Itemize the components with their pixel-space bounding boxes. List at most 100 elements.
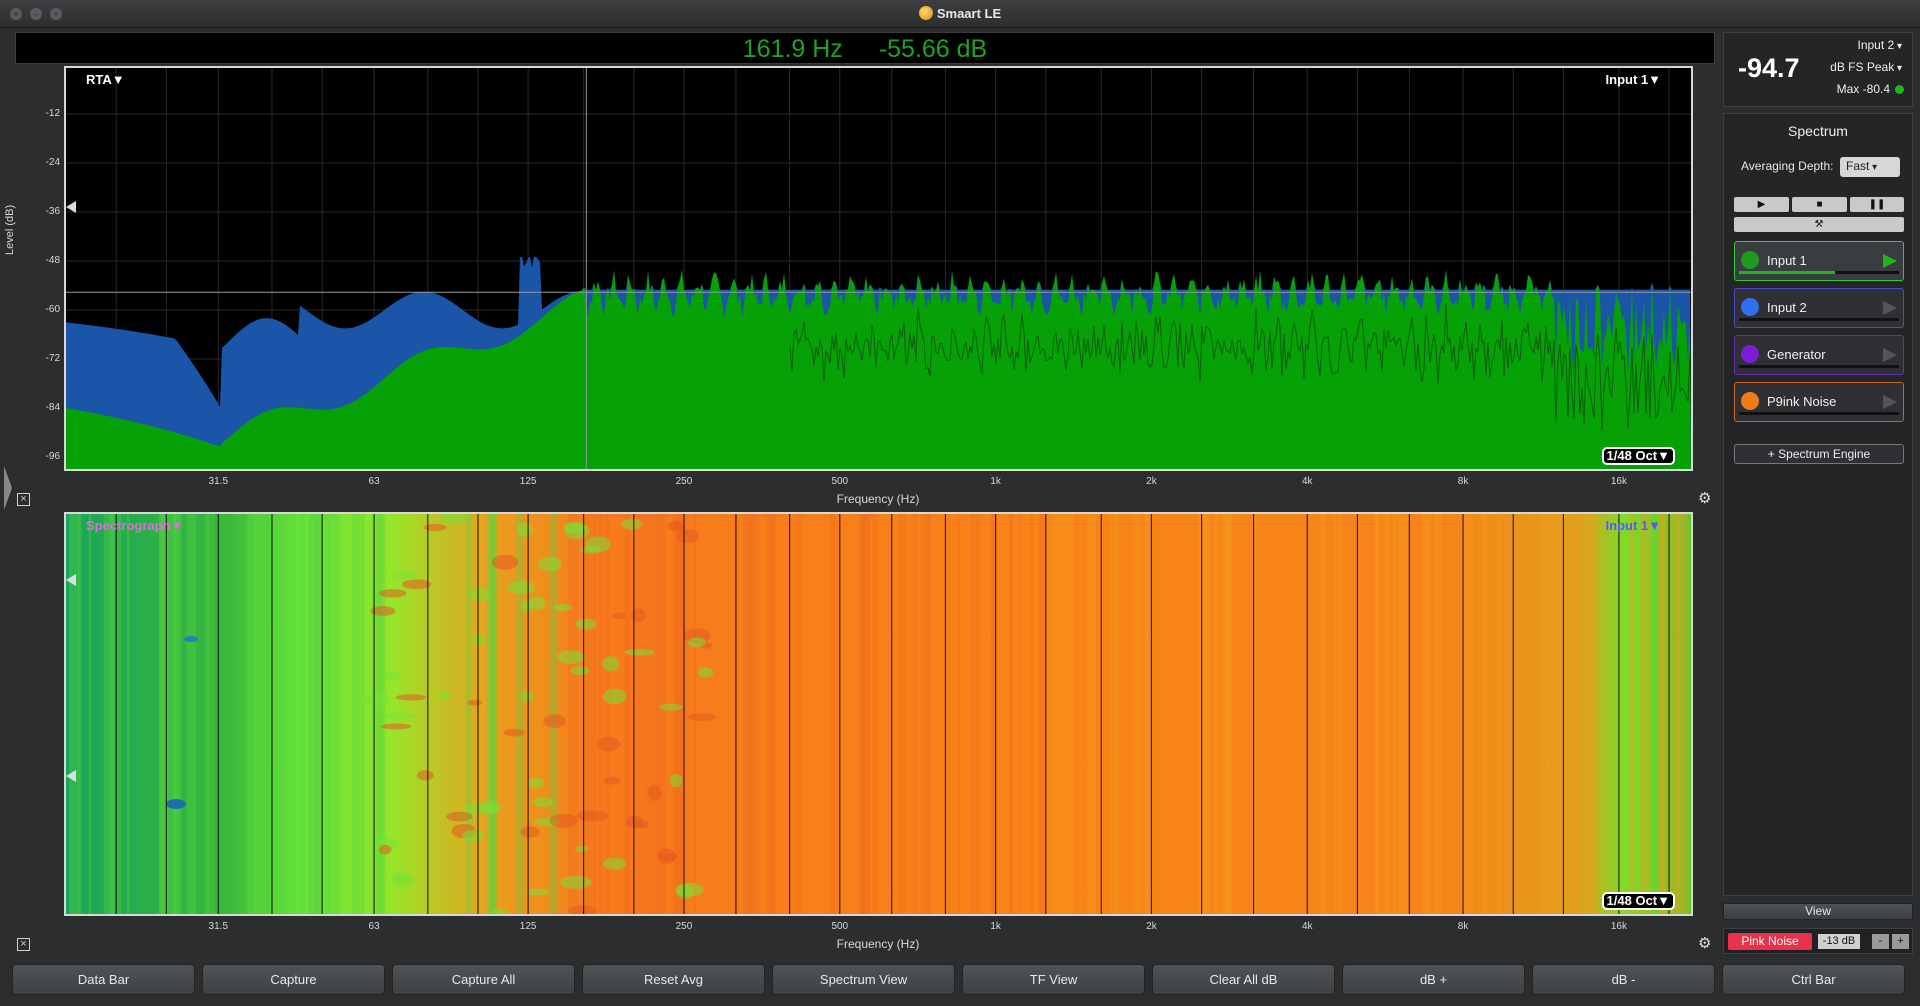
channel-p9ink-noise[interactable]: P9ink Noise <box>1734 382 1904 422</box>
spectrogram-streak <box>1069 514 1074 914</box>
spectrogram-blob <box>585 536 611 553</box>
spectrogram-blob <box>423 523 447 532</box>
generator-minus-button[interactable]: - <box>1872 934 1889 949</box>
tf-view-button[interactable]: TF View <box>962 964 1145 995</box>
db-button[interactable]: dB + <box>1342 964 1525 995</box>
spectrogram-streak <box>1657 514 1666 914</box>
generator-level[interactable]: -13 dB <box>1818 934 1860 949</box>
spectrograph-lower-handle[interactable] <box>66 770 76 782</box>
channel-input-2[interactable]: Input 2 <box>1734 288 1904 328</box>
spectrograph-mode-selector[interactable]: Spectrograph▼ <box>86 518 183 533</box>
spectrogram-streak <box>516 514 524 914</box>
view-button[interactable]: View <box>1723 903 1913 920</box>
channel-level-bar <box>1739 318 1899 321</box>
capture-all-button[interactable]: Capture All <box>392 964 575 995</box>
spectrogram-blob <box>621 518 642 530</box>
generator-plus-button[interactable]: + <box>1892 934 1909 949</box>
rta-close-icon[interactable]: × <box>17 493 30 506</box>
rta-resolution-selector[interactable]: 1/48 Oct▼ <box>1601 447 1675 465</box>
spectrogram-streak <box>585 514 597 914</box>
spectrogram-blob <box>560 875 592 889</box>
channel-run-icon[interactable] <box>1883 395 1897 409</box>
stop-icon[interactable]: ■ <box>1792 197 1847 212</box>
spectrogram-streak <box>205 514 211 914</box>
capture-button[interactable]: Capture <box>202 964 385 995</box>
rta-gear-icon[interactable]: ⚙ <box>1698 489 1711 507</box>
reset-avg-button[interactable]: Reset Avg <box>582 964 765 995</box>
spectrogram-streak <box>1628 514 1636 914</box>
spectrogram-streak <box>371 514 383 914</box>
rta-x-axis-title: Frequency (Hz) <box>836 492 920 506</box>
channel-level-fill <box>1739 271 1835 274</box>
spectrogram-blob <box>503 728 525 737</box>
spectrogram-streak <box>311 514 320 914</box>
spectrograph-plot[interactable]: Spectrograph▼ Input 1▼ 1/48 Oct▼ <box>64 512 1693 916</box>
spectrogram-streak <box>360 514 365 914</box>
rta-level-handle[interactable] <box>66 201 76 213</box>
spectrogram-streak <box>734 514 739 914</box>
x-tick-label: 1k <box>990 921 1001 932</box>
channel-run-icon[interactable] <box>1883 301 1897 315</box>
spectrum-panel-title: Spectrum <box>1788 123 1848 139</box>
spectrogram-streak <box>1553 514 1563 914</box>
spectrogram-blob <box>543 714 567 728</box>
ctrl-bar-button[interactable]: Ctrl Bar <box>1722 964 1905 995</box>
spectrogram-blob <box>697 667 714 678</box>
x-tick-label: 500 <box>831 921 849 932</box>
channel-generator[interactable]: Generator <box>1734 335 1904 375</box>
channel-input-1[interactable]: Input 1 <box>1734 241 1904 281</box>
spectrogram-streak <box>127 514 130 914</box>
add-spectrum-engine-button[interactable]: + Spectrum Engine <box>1734 444 1904 464</box>
data-bar-button[interactable]: Data Bar <box>12 964 195 995</box>
level-meter: Input 2 -94.7 dB FS Peak Max -80.4 <box>1723 32 1913 107</box>
x-tick-label: 2k <box>1146 921 1157 932</box>
spectrogram-blob <box>378 589 407 598</box>
spectrum-view-button[interactable]: Spectrum View <box>772 964 955 995</box>
spectrogram-streak <box>898 514 906 914</box>
channel-level-bar <box>1739 271 1899 274</box>
spectrogram-blob <box>677 529 699 544</box>
spectrogram-streak <box>1397 514 1410 914</box>
spectrogram-blob <box>469 587 492 602</box>
channel-run-icon[interactable] <box>1883 254 1897 268</box>
meter-input-selector[interactable]: Input 2 <box>1857 38 1902 52</box>
spectrograph-upper-handle[interactable] <box>66 574 76 586</box>
spectrogram-streak <box>352 514 361 914</box>
meter-value: -94.7 <box>1738 53 1800 83</box>
spectrogram-blob <box>184 636 198 642</box>
spectrogram-streak <box>1576 514 1583 914</box>
play-icon[interactable]: ▶ <box>1734 197 1789 212</box>
tools-icon[interactable]: ⚒ <box>1734 217 1904 232</box>
collapse-panel-handle[interactable] <box>4 466 12 510</box>
rta-mode-selector[interactable]: RTA▼ <box>86 72 125 87</box>
spectrogram-blob <box>395 694 427 701</box>
y-tick-label: -96 <box>45 451 60 462</box>
pause-icon[interactable]: ❚❚ <box>1850 197 1904 212</box>
spectrogram-blob <box>527 777 545 789</box>
clear-all-db-button[interactable]: Clear All dB <box>1152 964 1335 995</box>
spectrograph-input-selector[interactable]: Input 1▼ <box>1606 518 1661 533</box>
spectrograph-close-icon[interactable]: × <box>17 938 30 951</box>
x-tick-label: 1k <box>990 476 1001 487</box>
y-tick-label: -12 <box>45 108 60 119</box>
x-tick-label: 31.5 <box>208 476 229 487</box>
x-tick-label: 63 <box>368 921 380 932</box>
meter-mode-selector[interactable]: dB FS Peak <box>1830 60 1902 74</box>
spectrogram-streak <box>1392 514 1397 914</box>
rta-input-selector[interactable]: Input 1▼ <box>1606 72 1661 87</box>
cursor-frequency: 161.9 Hz <box>742 35 843 63</box>
spectrograph-resolution-selector[interactable]: 1/48 Oct▼ <box>1601 892 1675 910</box>
spectrogram-blob <box>564 523 590 540</box>
pink-noise-button[interactable]: Pink Noise <box>1728 933 1812 950</box>
spectrogram-streak <box>1018 514 1021 914</box>
spectrogram-streak <box>1481 514 1486 914</box>
channel-run-icon[interactable] <box>1883 348 1897 362</box>
y-tick-label: -60 <box>45 304 60 315</box>
meter-max-indicator[interactable] <box>1895 85 1904 94</box>
x-tick-label: 4k <box>1301 921 1313 932</box>
averaging-depth-select[interactable]: Fast <box>1840 157 1900 177</box>
db-button[interactable]: dB - <box>1532 964 1715 995</box>
spectrograph-gear-icon[interactable]: ⚙ <box>1698 934 1711 952</box>
spectrogram-blob <box>480 800 501 815</box>
rta-plot[interactable]: RTA▼ Input 1▼ 1/48 Oct▼ <box>64 66 1693 471</box>
